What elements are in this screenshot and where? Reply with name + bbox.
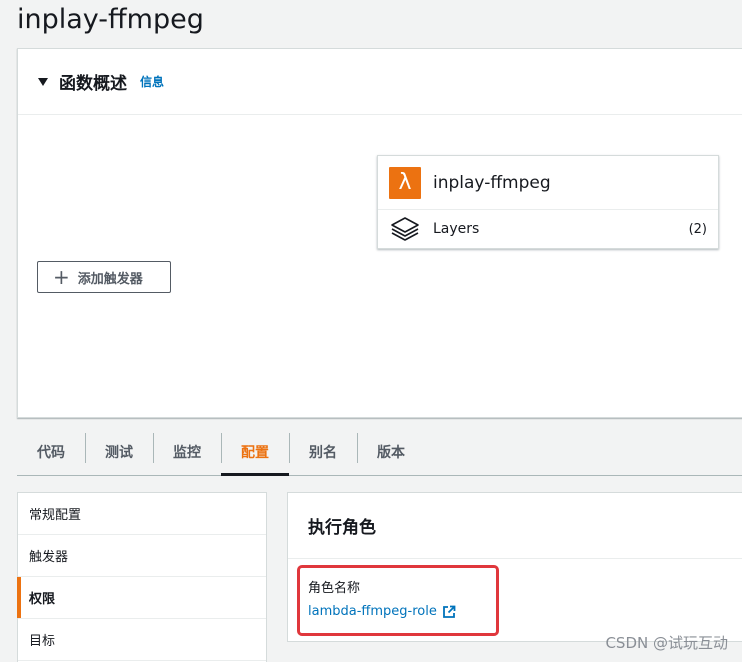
function-tabs: 代码 测试 监控 配置 别名 版本 (17, 428, 742, 476)
function-card: λ inplay-ffmpeg Layers (2) (377, 155, 719, 249)
overview-title: 函数概述 (59, 74, 127, 94)
caret-down-icon[interactable] (38, 77, 48, 86)
tab-versions[interactable]: 版本 (357, 428, 425, 475)
add-trigger-button[interactable]: + 添加触发器 (37, 261, 171, 293)
plus-icon: + (53, 265, 70, 289)
page-title: inplay-ffmpeg (17, 4, 204, 35)
config-side-nav: 常规配置 触发器 权限 目标 (17, 492, 267, 662)
nav-item-general-config[interactable]: 常规配置 (18, 493, 266, 535)
tab-code[interactable]: 代码 (17, 428, 85, 475)
nav-item-triggers[interactable]: 触发器 (18, 535, 266, 577)
function-row[interactable]: λ inplay-ffmpeg (378, 156, 718, 210)
function-overview-panel: 函数概述 信息 λ inplay-ffmpeg Layers (2) + 添加触… (17, 48, 742, 418)
tab-monitor[interactable]: 监控 (153, 428, 221, 475)
layers-label: Layers (433, 221, 480, 237)
overview-header[interactable]: 函数概述 信息 (18, 49, 742, 115)
layers-icon (389, 215, 421, 243)
tab-configuration[interactable]: 配置 (221, 428, 289, 476)
info-link[interactable]: 信息 (140, 73, 164, 90)
function-name: inplay-ffmpeg (433, 172, 551, 193)
nav-item-permissions[interactable]: 权限 (17, 577, 266, 619)
role-header: 执行角色 (288, 493, 742, 559)
add-trigger-label: 添加触发器 (77, 271, 143, 287)
highlight-annotation (297, 565, 499, 636)
lambda-icon: λ (389, 166, 421, 199)
role-title: 执行角色 (308, 518, 376, 538)
tab-aliases[interactable]: 别名 (289, 428, 357, 475)
layers-count: (2) (688, 221, 707, 237)
tab-test[interactable]: 测试 (85, 428, 153, 475)
watermark: CSDN @试玩互动 (605, 634, 728, 652)
layers-row[interactable]: Layers (2) (378, 210, 718, 248)
nav-item-destinations[interactable]: 目标 (18, 619, 266, 661)
